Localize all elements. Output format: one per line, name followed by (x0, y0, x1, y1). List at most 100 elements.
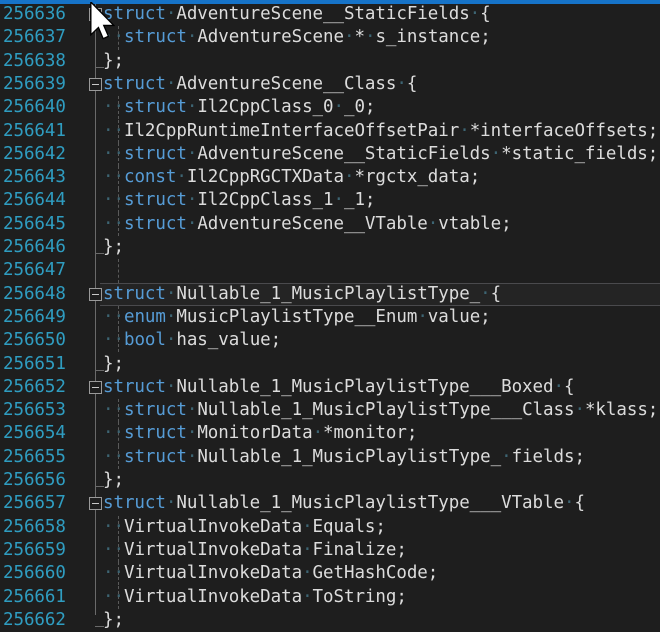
code-line-text[interactable]: ··struct·Il2CppClass_0·_0; (103, 96, 375, 119)
line-number[interactable]: 256647 (3, 259, 66, 282)
code-line-text[interactable]: struct·AdventureScene__Class·{ (103, 73, 417, 96)
whitespace-dot: · (302, 540, 312, 560)
code-line-row: 256656}; (0, 469, 660, 492)
line-number[interactable]: 256637 (3, 26, 66, 49)
whitespace-dot: · (103, 27, 113, 47)
whitespace-dot: · (302, 587, 312, 607)
code-line-text[interactable]: ··struct·AdventureScene·*·s_instance; (103, 26, 491, 49)
line-number[interactable]: 256641 (3, 120, 66, 143)
line-number[interactable]: 256639 (3, 73, 66, 96)
whitespace-dot: · (166, 330, 176, 350)
fold-collapse-toggle-icon[interactable] (89, 381, 102, 394)
whitespace-dot: · (103, 330, 113, 350)
line-number[interactable]: 256638 (3, 50, 66, 73)
fold-collapse-toggle-icon[interactable] (89, 497, 102, 510)
whitespace-dot: · (302, 517, 312, 537)
fold-collapse-toggle-icon[interactable] (89, 78, 102, 91)
code-line-row: 256658 ··VirtualInvokeData·Equals; (0, 516, 660, 539)
whitespace-dot: · (103, 121, 113, 141)
code-line-text[interactable]: ··VirtualInvokeData·ToString; (103, 586, 407, 609)
line-number[interactable]: 256644 (3, 189, 66, 212)
whitespace-dot: · (166, 377, 176, 397)
whitespace-dot: · (113, 563, 123, 583)
code-line-text[interactable]: ··enum·MusicPlaylistType__Enum·value; (103, 306, 491, 329)
code-line-text[interactable]: ··VirtualInvokeData·Finalize; (103, 539, 407, 562)
whitespace-dot: · (187, 144, 197, 164)
code-line-text[interactable]: }; (103, 236, 124, 259)
code-line-text[interactable]: struct·Nullable_1_MusicPlaylistType___VT… (103, 492, 585, 515)
whitespace-dot: · (187, 214, 197, 234)
code-line-text[interactable]: ··struct·Nullable_1_MusicPlaylistType___… (103, 399, 658, 422)
line-number[interactable]: 256658 (3, 516, 66, 539)
line-number[interactable]: 256650 (3, 329, 66, 352)
editor-surface[interactable]: 256636 struct·AdventureScene__StaticField… (0, 0, 660, 615)
whitespace-dot: · (103, 517, 113, 537)
line-number[interactable]: 256645 (3, 213, 66, 236)
line-number[interactable]: 256653 (3, 399, 66, 422)
whitespace-dot: · (103, 190, 113, 210)
line-number[interactable]: 256643 (3, 166, 66, 189)
code-line-text[interactable]: ··struct·AdventureScene__StaticFields·*s… (103, 143, 658, 166)
whitespace-dot: · (103, 423, 113, 443)
whitespace-dot: · (113, 423, 123, 443)
code-line-text[interactable]: ··struct·AdventureScene__VTable·vtable; (103, 213, 512, 236)
whitespace-dot: · (166, 307, 176, 327)
line-number[interactable]: 256642 (3, 143, 66, 166)
line-number[interactable]: 256646 (3, 236, 66, 259)
whitespace-dot: · (187, 27, 197, 47)
fold-collapse-toggle-icon[interactable] (89, 8, 102, 21)
whitespace-dot: · (113, 400, 123, 420)
code-line-text[interactable]: ··VirtualInvokeData·Equals; (103, 516, 386, 539)
code-line-text[interactable]: ··struct·Il2CppClass_1·_1; (103, 189, 375, 212)
line-number[interactable]: 256652 (3, 376, 66, 399)
code-line-text[interactable]: }; (103, 353, 124, 376)
whitespace-dot: · (470, 4, 480, 24)
code-line-text[interactable]: ··const·Il2CppRGCTXData·*rgctx_data; (103, 166, 480, 189)
outline-margin-line (95, 4, 96, 615)
whitespace-dot: · (103, 400, 113, 420)
whitespace-dot: · (113, 214, 123, 234)
line-number[interactable]: 256651 (3, 353, 66, 376)
code-line-text[interactable]: }; (103, 50, 124, 73)
code-line-row: 256641··Il2CppRuntimeInterfaceOffsetPair… (0, 120, 660, 143)
whitespace-dot: · (302, 563, 312, 583)
whitespace-dot: · (334, 190, 344, 210)
code-line-text[interactable]: ··VirtualInvokeData·GetHashCode; (103, 562, 438, 585)
whitespace-dot: · (113, 517, 123, 537)
line-number[interactable]: 256661 (3, 586, 66, 609)
code-line-row: 256660··VirtualInvokeData·GetHashCode; (0, 562, 660, 585)
code-line-row: 256657 struct·Nullable_1_MusicPlaylistTyp… (0, 492, 660, 515)
code-line-text[interactable]: ··struct·MonitorData·*monitor; (103, 422, 417, 445)
code-line-text[interactable]: ··Il2CppRuntimeInterfaceOffsetPair·*inte… (103, 120, 658, 143)
line-number[interactable]: 256659 (3, 539, 66, 562)
code-line-row: 256644··struct·Il2CppClass_1·_1; (0, 189, 660, 212)
line-number[interactable]: 256648 (3, 283, 66, 306)
code-line-text[interactable]: }; (103, 609, 124, 632)
code-line-text[interactable]: struct·Nullable_1_MusicPlaylistType___Bo… (103, 376, 574, 399)
fold-collapse-toggle-icon[interactable] (89, 288, 102, 301)
line-number[interactable]: 256656 (3, 469, 66, 492)
whitespace-dot: · (113, 587, 123, 607)
whitespace-dot: · (428, 214, 438, 234)
code-line-text[interactable]: struct·Nullable_1_MusicPlaylistType_·{ (103, 283, 501, 306)
whitespace-dot: · (103, 214, 113, 234)
line-number[interactable]: 256662 (3, 609, 66, 632)
line-number[interactable]: 256640 (3, 96, 66, 119)
line-number[interactable]: 256636 (3, 3, 66, 26)
line-number[interactable]: 256654 (3, 422, 66, 445)
line-number[interactable]: 256657 (3, 492, 66, 515)
whitespace-dot: · (113, 447, 123, 467)
code-line-row: 256647 (0, 259, 660, 282)
code-line-text[interactable]: }; (103, 469, 124, 492)
whitespace-dot: · (459, 121, 469, 141)
line-number[interactable]: 256655 (3, 446, 66, 469)
code-line-text[interactable]: struct·AdventureScene__StaticFields·{ (103, 3, 491, 26)
code-line-row: 256648 struct·Nullable_1_MusicPlaylistTyp… (0, 283, 660, 306)
line-number[interactable]: 256649 (3, 306, 66, 329)
whitespace-dot: · (574, 400, 584, 420)
code-line-text[interactable]: ··struct·Nullable_1_MusicPlaylistType_·f… (103, 446, 585, 469)
code-line-text[interactable]: ··bool·has_value; (103, 329, 281, 352)
code-line-row: 256638}; (0, 50, 660, 73)
line-number[interactable]: 256660 (3, 562, 66, 585)
code-line-row: 256642 ··struct·AdventureScene__StaticFie… (0, 143, 660, 166)
